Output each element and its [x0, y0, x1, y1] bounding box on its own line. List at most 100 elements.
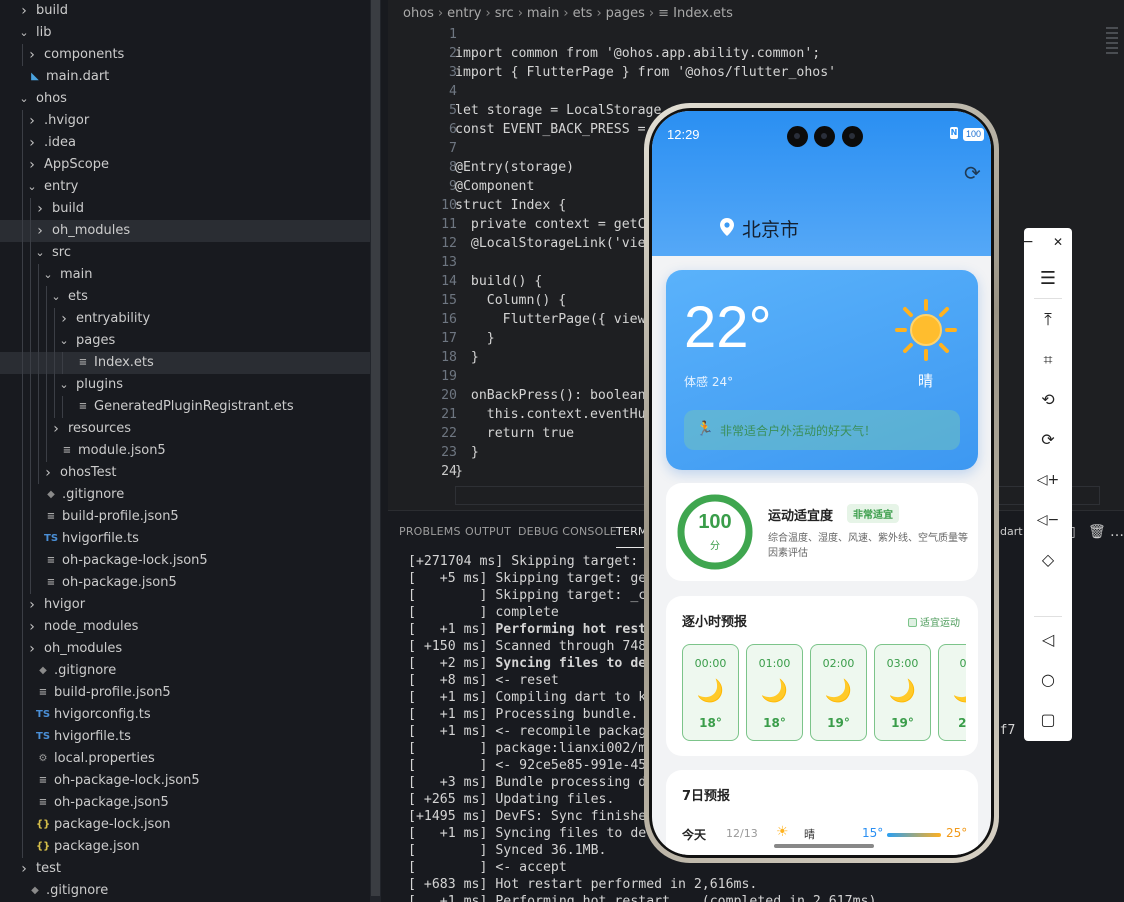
minimize-button[interactable]: −	[1016, 228, 1040, 256]
chevron-right-icon[interactable]: ›	[26, 638, 38, 660]
home-icon[interactable]: ○	[1024, 666, 1072, 694]
tree-folder[interactable]: › .idea	[0, 132, 381, 154]
tree-file[interactable]: ◆ .gitignore	[0, 880, 381, 902]
chevron-down-icon[interactable]: ⌄	[18, 88, 30, 110]
panel-tab[interactable]: OUTPUT	[465, 525, 511, 538]
recents-icon[interactable]: ▢	[1024, 706, 1072, 734]
tree-file[interactable]: TS hvigorfile.ts	[0, 726, 381, 748]
tree-folder[interactable]: ⌄ lib	[0, 22, 381, 44]
tree-file[interactable]: ≡ build-profile.json5	[0, 506, 381, 528]
chevron-right-icon[interactable]: ›	[50, 418, 62, 440]
tree-folder[interactable]: › .hvigor	[0, 110, 381, 132]
tree-file[interactable]: TS hvigorfile.ts	[0, 528, 381, 550]
chevron-right-icon[interactable]: ›	[18, 858, 30, 880]
rotate-right-icon[interactable]: ⟳	[1024, 426, 1072, 454]
home-indicator[interactable]	[774, 844, 874, 848]
tree-folder[interactable]: ⌄ src	[0, 242, 381, 264]
breadcrumb-item[interactable]: main	[527, 6, 559, 21]
tree-file[interactable]: ≡ GeneratedPluginRegistrant.ets	[0, 396, 381, 418]
chevron-right-icon[interactable]: ›	[42, 462, 54, 484]
tree-file[interactable]: ◣ main.dart	[0, 66, 381, 88]
breadcrumb-item[interactable]: ets	[573, 6, 593, 21]
breadcrumb-item[interactable]: src	[495, 6, 514, 21]
tree-file[interactable]: {} package-lock.json	[0, 814, 381, 836]
volume-up-icon[interactable]: ◁+	[1024, 466, 1072, 494]
chevron-right-icon[interactable]: ›	[18, 0, 30, 22]
tree-folder[interactable]: › oh_modules	[0, 638, 381, 660]
tree-folder[interactable]: › hvigor	[0, 594, 381, 616]
tree-file[interactable]: ≡ oh-package.json5	[0, 572, 381, 594]
fold-device-icon[interactable]: ◇	[1024, 546, 1072, 574]
tree-file[interactable]: ⚙ local.properties	[0, 748, 381, 770]
chevron-down-icon[interactable]: ⌄	[50, 286, 62, 308]
more-actions-icon[interactable]: …	[1110, 524, 1124, 540]
panel-tab[interactable]: PROBLEMS	[399, 525, 461, 538]
tree-folder[interactable]: › AppScope	[0, 154, 381, 176]
hourly-item[interactable]: 00:00 🌙 18°	[682, 644, 739, 741]
pin-top-icon[interactable]: ⤒	[1024, 306, 1072, 334]
hourly-item[interactable]: 03:00 🌙 19°	[874, 644, 931, 741]
tree-file[interactable]: ≡ build-profile.json5	[0, 682, 381, 704]
phone-screen[interactable]: 12:29 N 100 ⟳ 北京市 22° 体感 24° 晴 🏃 非常适合户外活…	[652, 111, 991, 855]
breadcrumb-item[interactable]: pages	[606, 6, 645, 21]
hourly-list[interactable]: 00:00 🌙 18° 01:00 🌙 18° 02:00 🌙 19° 03:00 🌙 19° 04 🌙 2…	[682, 644, 966, 742]
tree-folder[interactable]: › ohosTest	[0, 462, 381, 484]
tree-folder[interactable]: ⌄ ets	[0, 286, 381, 308]
panel-tab[interactable]: DEBUG CONSOLE	[518, 525, 617, 538]
tree-file[interactable]: ≡ oh-package-lock.json5	[0, 770, 381, 792]
chevron-down-icon[interactable]: ⌄	[34, 242, 46, 264]
close-button[interactable]: ✕	[1046, 228, 1070, 256]
tree-file[interactable]: ≡ oh-package-lock.json5	[0, 550, 381, 572]
tree-folder[interactable]: ⌄ pages	[0, 330, 381, 352]
chevron-right-icon[interactable]: ›	[26, 110, 38, 132]
city-name[interactable]: 北京市	[742, 215, 799, 242]
hourly-item[interactable]: 01:00 🌙 18°	[746, 644, 803, 741]
volume-down-icon[interactable]: ◁−	[1024, 506, 1072, 534]
breadcrumb[interactable]: ohos › entry › src › main › ets › pages › ≡ Index.et…	[403, 4, 733, 24]
tree-file[interactable]: {} package.json	[0, 836, 381, 858]
chevron-down-icon[interactable]: ⌄	[18, 22, 30, 44]
chevron-right-icon[interactable]: ›	[26, 44, 38, 66]
chevron-right-icon[interactable]: ›	[34, 198, 46, 220]
chevron-down-icon[interactable]: ⌄	[58, 330, 70, 352]
tree-folder[interactable]: › oh_modules	[0, 220, 381, 242]
tree-file[interactable]: ≡ oh-package.json5	[0, 792, 381, 814]
tree-folder[interactable]: ⌄ entry	[0, 176, 381, 198]
rotate-left-icon[interactable]: ⟲	[1024, 386, 1072, 414]
tree-folder[interactable]: › test	[0, 858, 381, 880]
chevron-down-icon[interactable]: ⌄	[42, 264, 54, 286]
refresh-icon[interactable]: ⟳	[964, 161, 981, 185]
tree-folder[interactable]: ⌄ plugins	[0, 374, 381, 396]
chevron-right-icon[interactable]: ›	[26, 616, 38, 638]
chevron-right-icon[interactable]: ›	[26, 154, 38, 176]
tree-folder[interactable]: ⌄ ohos	[0, 88, 381, 110]
terminal-session-label[interactable]: dart	[1000, 525, 1023, 538]
hourly-item[interactable]: 04 🌙 20	[938, 644, 966, 741]
tree-folder[interactable]: › entryability	[0, 308, 381, 330]
breadcrumb-item[interactable]: Index.ets	[673, 6, 733, 21]
sidebar-scrollbar[interactable]	[370, 0, 381, 902]
tree-file[interactable]: ≡ module.json5	[0, 440, 381, 462]
breadcrumb-item[interactable]: ohos	[403, 6, 434, 21]
trash-icon[interactable]: 🗑	[1088, 524, 1106, 540]
menu-icon[interactable]: ☰	[1024, 265, 1072, 293]
chevron-down-icon[interactable]: ⌄	[26, 176, 38, 198]
minimap[interactable]	[1106, 24, 1118, 69]
breadcrumb-item[interactable]: entry	[447, 6, 481, 21]
chevron-right-icon[interactable]: ›	[58, 308, 70, 330]
tree-file[interactable]: ≡ Index.ets	[0, 352, 381, 374]
chevron-right-icon[interactable]: ›	[34, 220, 46, 242]
chevron-right-icon[interactable]: ›	[26, 132, 38, 154]
sidebar-scroll-thumb[interactable]	[371, 0, 380, 896]
tree-folder[interactable]: ⌄ main	[0, 264, 381, 286]
crop-screenshot-icon[interactable]: ⌗	[1024, 346, 1072, 374]
tree-folder[interactable]: › resources	[0, 418, 381, 440]
tree-file[interactable]: ◆ .gitignore	[0, 660, 381, 682]
tree-folder[interactable]: › components	[0, 44, 381, 66]
tree-folder[interactable]: › build	[0, 0, 381, 22]
tree-file[interactable]: ◆ .gitignore	[0, 484, 381, 506]
tree-file[interactable]: TS hvigorconfig.ts	[0, 704, 381, 726]
tree-folder[interactable]: › node_modules	[0, 616, 381, 638]
chevron-down-icon[interactable]: ⌄	[58, 374, 70, 396]
hourly-item[interactable]: 02:00 🌙 19°	[810, 644, 867, 741]
